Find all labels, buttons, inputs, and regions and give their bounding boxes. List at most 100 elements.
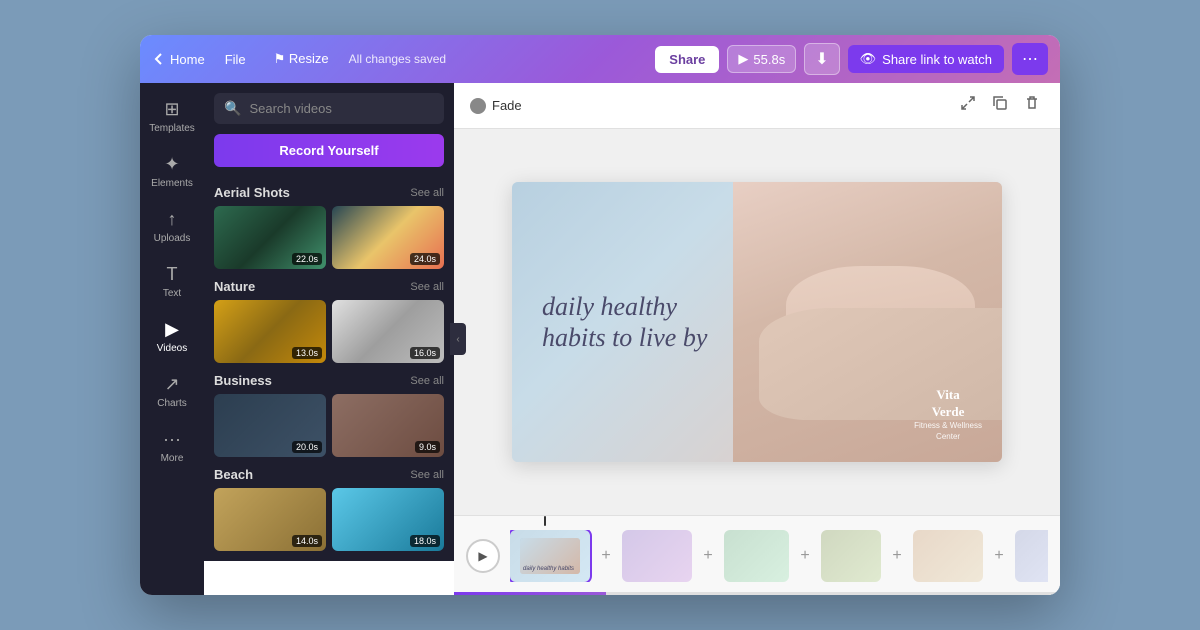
timeline-play-button[interactable]: ▶ [466, 539, 500, 573]
toolbar-right [956, 91, 1044, 120]
home-label: Home [170, 52, 205, 67]
fade-dot-icon [470, 98, 486, 114]
search-input-wrap: 🔍 [214, 93, 444, 124]
nature-grid: 13.0s 16.0s [214, 300, 444, 363]
icon-sidebar: ⊞ Templates ✦ Elements ↑ Uploads T Text … [140, 83, 204, 595]
business-clip-1-duration: 20.0s [292, 441, 322, 453]
sidebar-item-more[interactable]: ··· More [144, 421, 200, 472]
aerial-shots-see-all[interactable]: See all [410, 187, 444, 199]
main-area: ⊞ Templates ✦ Elements ↑ Uploads T Text … [140, 83, 1060, 595]
aerial-clip-1[interactable]: 22.0s [214, 206, 326, 269]
beach-clip-1[interactable]: 14.0s [214, 488, 326, 551]
sidebar-item-label: Videos [157, 343, 187, 354]
clip-add-2[interactable]: + [696, 530, 720, 582]
business-grid: 20.0s 9.0s [214, 394, 444, 457]
play-icon: ▶ [738, 51, 748, 67]
videos-icon: ▶ [165, 319, 179, 340]
sidebar-item-templates[interactable]: ⊞ Templates [144, 91, 200, 142]
sidebar-item-elements[interactable]: ✦ Elements [144, 146, 200, 197]
nature-clip-1[interactable]: 13.0s [214, 300, 326, 363]
nature-see-all[interactable]: See all [410, 281, 444, 293]
templates-icon: ⊞ [164, 99, 179, 120]
transition-name: Fade [492, 98, 522, 113]
canvas-main: daily healthy habits to live by Vita Ver… [454, 129, 1060, 515]
timeline-clip-5[interactable] [913, 530, 983, 582]
business-clip-2[interactable]: 9.0s [332, 394, 444, 457]
save-status: All changes saved [349, 52, 644, 66]
beach-see-all[interactable]: See all [410, 469, 444, 481]
sidebar-item-videos[interactable]: ▶ Videos [144, 311, 200, 362]
charts-icon: ↗ [164, 374, 179, 395]
sidebar-item-text[interactable]: T Text [144, 256, 200, 307]
timeline-clip-3[interactable] [724, 530, 789, 582]
beach-clip-2-duration: 18.0s [410, 535, 440, 547]
download-button[interactable]: ⬇ [804, 43, 839, 75]
beach-clip-1-duration: 14.0s [292, 535, 322, 547]
clip-add-1[interactable]: + [594, 530, 618, 582]
file-menu-button[interactable]: File [217, 48, 254, 71]
nature-header: Nature See all [214, 279, 444, 294]
sidebar-item-uploads[interactable]: ↑ Uploads [144, 201, 200, 252]
timeline-clip-4[interactable] [821, 530, 881, 582]
nature-clip-2-duration: 16.0s [410, 347, 440, 359]
sidebar-item-charts[interactable]: ↗ Charts [144, 366, 200, 417]
uploads-icon: ↑ [168, 209, 177, 230]
sidebar-item-label: Elements [151, 178, 193, 189]
clip-add-3[interactable]: + [793, 530, 817, 582]
elements-icon: ✦ [164, 154, 179, 175]
search-input[interactable] [249, 101, 434, 116]
sidebar-item-label: Text [163, 288, 181, 299]
slide-headline: daily healthy habits to live by [542, 291, 707, 353]
transition-label: Fade [470, 98, 522, 114]
more-options-button[interactable]: ⋯ [1012, 43, 1048, 75]
sidebar-item-label: More [161, 453, 184, 464]
play-time-button[interactable]: ▶ 55.8s [727, 45, 796, 73]
duplicate-button[interactable] [988, 91, 1012, 120]
aerial-shots-title: Aerial Shots [214, 185, 290, 200]
resize-icon: ⚑ [274, 51, 289, 66]
resize-button[interactable]: ⚑ Resize [266, 47, 337, 71]
sidebar-item-label: Uploads [154, 233, 191, 244]
video-panel-wrapper: 🔍 Record Yourself Aerial Shots See all 2… [204, 83, 454, 595]
app-window: Home File ⚑ Resize All changes saved Sha… [140, 35, 1060, 595]
timeline-clip-2[interactable] [622, 530, 692, 582]
expand-button[interactable] [956, 91, 980, 120]
share-button[interactable]: Share [655, 46, 719, 73]
delete-button[interactable] [1020, 91, 1044, 120]
nature-clip-2[interactable]: 16.0s [332, 300, 444, 363]
slide-text-area: daily healthy habits to live by [542, 291, 707, 353]
text-icon: T [167, 264, 178, 285]
business-clip-2-duration: 9.0s [415, 441, 440, 453]
back-home-button[interactable]: Home [152, 52, 205, 67]
timeline-track: daily healthy habits + + + [510, 530, 1048, 582]
record-yourself-button[interactable]: Record Yourself [214, 134, 444, 167]
aerial-shots-grid: 22.0s 24.0s [214, 206, 444, 269]
search-bar: 🔍 [204, 83, 454, 134]
business-clip-1[interactable]: 20.0s [214, 394, 326, 457]
clip-add-5[interactable]: + [987, 530, 1011, 582]
timeline-progress [454, 592, 606, 595]
share-link-button[interactable]: 👁 Share link to watch [848, 45, 1004, 73]
download-icon: ⬇ [815, 51, 828, 68]
slide-brand: Vita Verde Fitness & Wellness Center [914, 387, 982, 442]
aerial-shots-header: Aerial Shots See all [214, 185, 444, 200]
aerial-clip-2[interactable]: 24.0s [332, 206, 444, 269]
timeline-clip-6[interactable] [1015, 530, 1048, 582]
more-icon: ··· [163, 429, 181, 450]
timeline-clip-1[interactable]: daily healthy habits [510, 530, 590, 582]
timeline-track-bg [454, 592, 1060, 595]
clip-add-4[interactable]: + [885, 530, 909, 582]
panel-collapse-button[interactable]: ‹ [450, 323, 466, 355]
business-see-all[interactable]: See all [410, 375, 444, 387]
beach-grid: 14.0s 18.0s [214, 488, 444, 551]
nature-title: Nature [214, 279, 255, 294]
timeline-play-icon: ▶ [478, 549, 487, 563]
beach-clip-2[interactable]: 18.0s [332, 488, 444, 551]
sidebar-item-label: Templates [149, 123, 195, 134]
canvas-toolbar: Fade [454, 83, 1060, 129]
canvas-area: Fade [454, 83, 1060, 595]
beach-title: Beach [214, 467, 253, 482]
top-bar: Home File ⚑ Resize All changes saved Sha… [140, 35, 1060, 83]
beach-header: Beach See all [214, 467, 444, 482]
canvas-slide[interactable]: daily healthy habits to live by Vita Ver… [512, 182, 1002, 462]
